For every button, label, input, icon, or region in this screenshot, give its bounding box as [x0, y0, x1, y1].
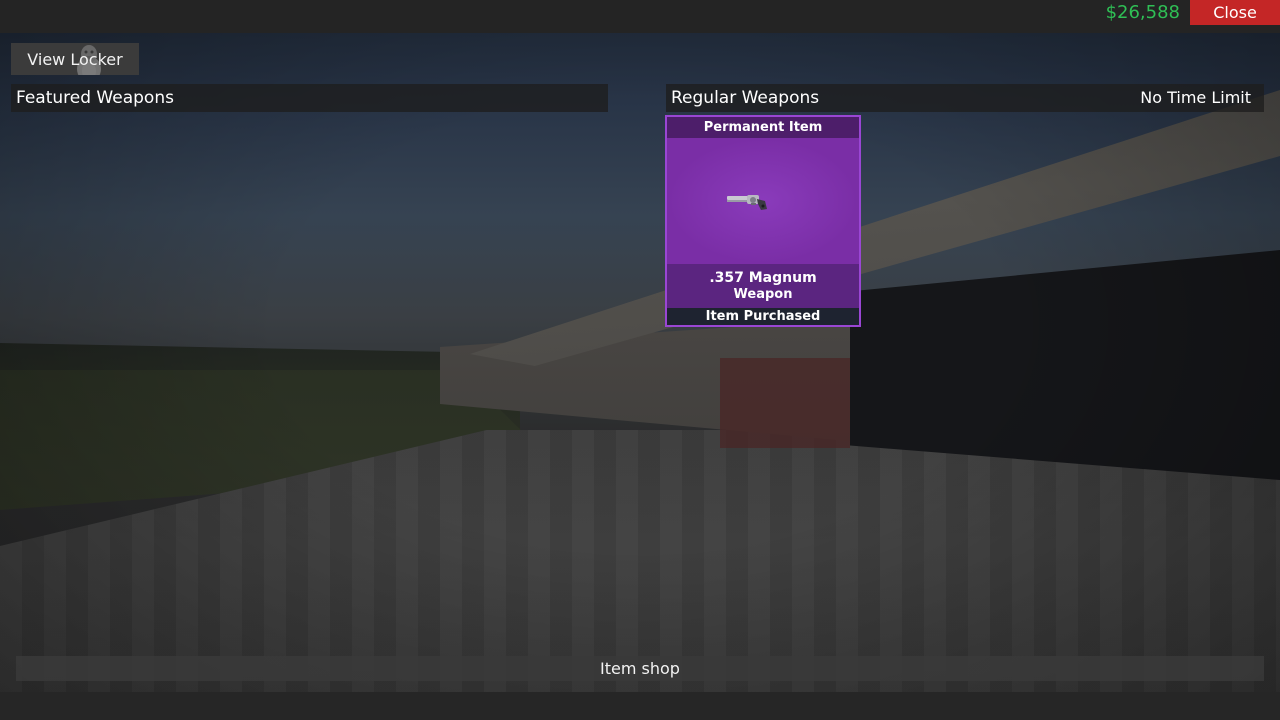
item-type: Weapon — [733, 287, 793, 302]
top-bar: $26,588 Close — [0, 0, 1280, 33]
featured-weapons-title: Featured Weapons — [16, 88, 174, 108]
time-limit-label: No Time Limit — [1140, 88, 1251, 107]
revolver-icon — [727, 195, 767, 210]
item-info: .357 Magnum Weapon — [667, 264, 859, 308]
item-tag: Permanent Item — [667, 117, 859, 138]
item-status: Item Purchased — [667, 308, 859, 325]
item-image — [667, 138, 859, 264]
bottom-strip — [0, 692, 1280, 720]
money-balance: $26,588 — [1105, 2, 1180, 23]
item-shop-label: Item shop — [600, 659, 680, 678]
item-card[interactable]: Permanent Item .357 Magnum Weapon Item P… — [665, 115, 861, 327]
regular-weapons-title: Regular Weapons — [671, 88, 820, 108]
view-locker-label: View Locker — [27, 49, 123, 69]
featured-weapons-header: Featured Weapons — [11, 84, 608, 112]
close-button[interactable]: Close — [1190, 0, 1280, 25]
view-locker-button[interactable]: View Locker — [11, 43, 139, 75]
item-shop-bar: Item shop — [16, 656, 1264, 681]
item-name: .357 Magnum — [709, 270, 817, 286]
regular-weapons-header: Regular Weapons No Time Limit — [666, 84, 1264, 112]
